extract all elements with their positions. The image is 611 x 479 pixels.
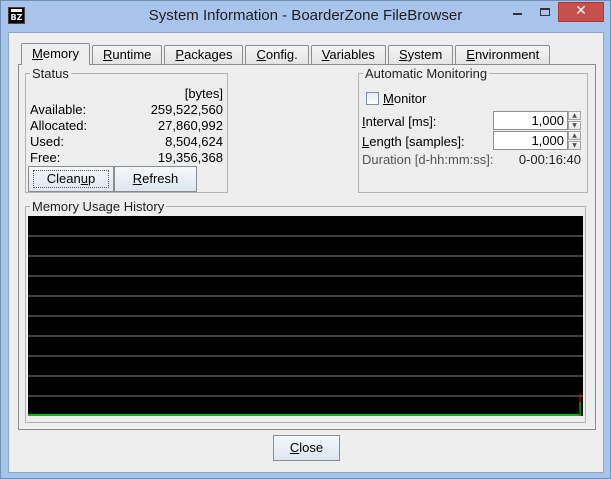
history-group-title: Memory Usage History (30, 199, 167, 214)
interval-up-icon[interactable]: ▲ (568, 111, 581, 120)
tab-label: Runtime (102, 47, 152, 62)
tab-variables[interactable]: Variables (310, 45, 386, 65)
status-row-used: Used: 8,504,624 (30, 134, 223, 150)
status-unit-row: [bytes] (30, 86, 223, 102)
interval-field[interactable]: 1,000 (493, 111, 568, 130)
duration-value: 0-00:16:40 (518, 152, 581, 167)
maximize-button[interactable] (531, 2, 558, 22)
status-row-allocated: Allocated: 27,860,992 (30, 118, 223, 134)
monitoring-group: Automatic Monitoring Monitor Interval [m… (358, 66, 588, 193)
interval-down-icon[interactable]: ▼ (568, 121, 581, 130)
status-label: Allocated: (30, 118, 88, 133)
tab-environment[interactable]: Environment (455, 45, 551, 65)
status-row-available: Available: 259,522,560 (30, 102, 223, 118)
graph-canvas (28, 235, 583, 416)
tab-label: Environment (466, 47, 540, 62)
client-area: Memory Runtime Packages Config. Variable… (8, 32, 604, 473)
status-value: 19,356,368 (157, 150, 223, 165)
memory-panel: Status [bytes] Available: 259,522,560 Al… (18, 64, 596, 430)
length-down-icon[interactable]: ▼ (568, 141, 581, 150)
close-icon: ✕ (575, 3, 587, 19)
maximize-icon (539, 7, 550, 16)
monitor-checkbox[interactable] (366, 92, 379, 105)
length-field[interactable]: 1,000 (493, 131, 568, 150)
minimize-icon (513, 12, 522, 15)
tab-packages[interactable]: Packages (164, 45, 244, 65)
length-spinner[interactable]: 1,000 ▲ ▼ (493, 131, 581, 150)
tab-label: System (398, 47, 443, 62)
status-row-free: Free: 19,356,368 (30, 150, 223, 166)
status-value: 27,860,992 (157, 118, 223, 133)
interval-label: Interval [ms]: (362, 114, 437, 129)
tab-config[interactable]: Config. (245, 45, 309, 65)
status-unit: [bytes] (184, 86, 223, 101)
close-window-button[interactable]: ✕ (558, 2, 604, 22)
status-value: 259,522,560 (150, 102, 223, 117)
status-group-title: Status (30, 66, 71, 81)
tab-memory[interactable]: Memory (21, 43, 90, 65)
duration-label: Duration [d-hh:mm:ss]: (362, 152, 494, 167)
close-button[interactable]: Close (273, 435, 340, 461)
tab-label: Memory (32, 46, 79, 61)
tab-system[interactable]: System (387, 45, 454, 65)
status-label: Used: (30, 134, 64, 149)
status-label: Available: (30, 102, 87, 117)
window: BZ System Information - BoarderZone File… (0, 0, 611, 479)
cleanup-button[interactable]: Cleanup (28, 166, 114, 192)
monitor-label: Monitor (383, 91, 427, 106)
length-up-icon[interactable]: ▲ (568, 131, 581, 140)
length-label: Length [samples]: (362, 134, 465, 149)
status-value: 8,504,624 (165, 134, 223, 149)
status-group: Status [bytes] Available: 259,522,560 Al… (25, 66, 228, 193)
close-label: Close (289, 440, 324, 455)
refresh-label: Refresh (132, 171, 179, 186)
history-group: Memory Usage History (25, 199, 586, 423)
tab-strip: Memory Runtime Packages Config. Variable… (21, 43, 552, 65)
memory-usage-graph (28, 216, 583, 416)
monitoring-group-title: Automatic Monitoring (363, 66, 490, 81)
refresh-button[interactable]: Refresh (114, 166, 197, 192)
tab-label: Config. (256, 47, 298, 62)
tab-label: Packages (175, 47, 233, 62)
title-bar[interactable]: BZ System Information - BoarderZone File… (1, 1, 610, 32)
interval-spinner[interactable]: 1,000 ▲ ▼ (493, 111, 581, 130)
status-label: Free: (30, 150, 61, 165)
tab-label: Variables (321, 47, 375, 62)
tab-runtime[interactable]: Runtime (91, 45, 163, 65)
minimize-button[interactable] (504, 2, 531, 22)
